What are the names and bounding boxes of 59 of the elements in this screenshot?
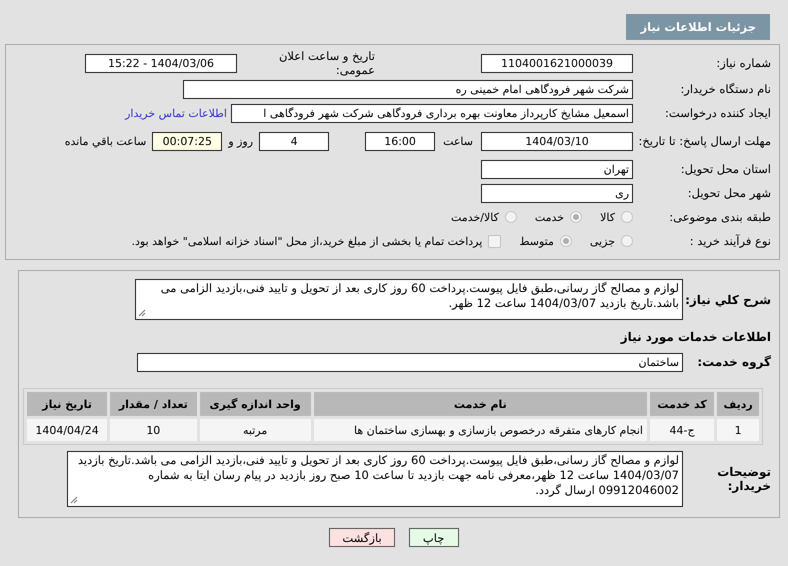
- option-label: متوسط: [519, 234, 554, 248]
- service-group-field[interactable]: ساختمان: [137, 352, 683, 372]
- table-cell: انجام کارهای متفرقه درخصوص بازسازی و بهسازی ساختمان ها: [314, 419, 647, 441]
- resize-grip-icon[interactable]: [138, 309, 146, 317]
- table-cell: 10: [110, 419, 196, 441]
- table-cell: 1404/04/24: [27, 419, 108, 441]
- option-label: جزیی: [590, 234, 615, 248]
- column-header: کد خدمت: [650, 392, 714, 416]
- option-label: خدمت: [534, 210, 564, 224]
- column-header: نام خدمت: [314, 392, 647, 416]
- back-button[interactable]: بازگشت: [329, 528, 395, 547]
- field-label: شرح کلي نیاز:: [684, 292, 771, 306]
- buyer-org-field[interactable]: شرکت شهر فرودگاهی امام خمینی ره: [183, 80, 633, 98]
- field-label: گروه خدمت:: [696, 355, 771, 369]
- column-header: واحد اندازه گیری: [200, 392, 311, 416]
- column-header: تاریخ نیاز: [27, 392, 108, 416]
- need-number-field[interactable]: 1104001621000039: [481, 54, 633, 72]
- field-label: طبقه بندی موضوعی:: [668, 210, 771, 224]
- field-label: توضیحات خریدار:: [716, 465, 771, 493]
- radio-button[interactable]: [504, 211, 517, 223]
- table-cell: 1: [717, 419, 759, 441]
- checkbox[interactable]: [488, 234, 502, 248]
- resize-grip-icon[interactable]: [70, 496, 78, 504]
- page-title: جزئیات اطلاعات نیاز: [626, 14, 770, 40]
- requester-field[interactable]: اسمعیل مشایخ کارپرداز معاونت بهره برداری فرودگاهی شرکت شهر فرودگاهی ا: [231, 104, 633, 122]
- deadline-time-field[interactable]: 16:00: [365, 132, 436, 150]
- city-field[interactable]: ری: [481, 184, 633, 202]
- province-field[interactable]: تهران: [481, 160, 633, 178]
- table-cell: ج-44: [650, 419, 714, 441]
- radio-button[interactable]: [570, 211, 582, 223]
- radio-button[interactable]: [560, 235, 572, 247]
- field-label: ایجاد کننده درخواست:: [664, 106, 771, 120]
- radio-button[interactable]: [621, 235, 633, 247]
- field-label: نوع فرآیند خرید :: [688, 234, 771, 248]
- option-label: کالا: [600, 210, 615, 224]
- column-header: ردیف: [717, 392, 759, 416]
- description-textarea[interactable]: لوازم و مصالح گاز رسانی،طبق فایل پیوست.پرداخت 60 روز کاری بعد از تحویل و تایید فنی،بازدید الزامی می باشد.تاریخ بازدید 1404/03/07 ساعت 12 ظهر.: [135, 279, 683, 320]
- field-label: استان محل تحویل:: [680, 162, 771, 176]
- section-heading: اطلاعات خدمات مورد نیاز: [619, 330, 771, 344]
- option-label: کالا/خدمت: [451, 210, 499, 224]
- remaining-time-field: 00:07:25: [152, 132, 222, 150]
- table-cell: مرتبه: [200, 419, 311, 441]
- days-label: روز و: [228, 134, 254, 148]
- print-button[interactable]: چاپ: [408, 528, 459, 547]
- field-label: شهر محل تحویل:: [686, 186, 771, 200]
- announce-date-field[interactable]: 1404/03/06 - 15:22: [85, 54, 237, 72]
- field-label: تاریخ و ساعت اعلان عمومی:: [278, 49, 375, 77]
- time-label: ساعت: [443, 134, 473, 148]
- radio-button[interactable]: [621, 211, 633, 223]
- field-label: شماره نیاز:: [715, 56, 771, 70]
- remaining-label: ساعت باقي مانده: [64, 134, 146, 148]
- deadline-date-field[interactable]: 1404/03/10: [481, 132, 633, 150]
- buyer-notes-textarea[interactable]: لوازم و مصالح گاز رسانی،طبق فایل پیوست.پرداخت 60 روز کاری بعد از تحویل و تایید فنی،بازدید الزامی می باشد.تاریخ بازدید 1404/03/07 ساعت 12 ظهر،معرفی نامه جهت بازدید تا ساعت 10 صبح روز بازدید در پیام رسان ایتا به شماره 09912046002 ارسال گردد.: [67, 451, 683, 507]
- payment-note: پرداخت تمام یا بخشی از مبلغ خرید،از محل "اسناد خزانه اسلامی" خواهد بود.: [132, 234, 482, 248]
- field-label: مهلت ارسال پاسخ: تا تاریخ:: [637, 134, 771, 148]
- contact-link[interactable]: اطلاعات تماس خریدار: [125, 106, 227, 120]
- column-header: تعداد / مقدار: [110, 392, 196, 416]
- days-field[interactable]: 4: [259, 132, 330, 150]
- field-label: نام دستگاه خریدار:: [679, 82, 771, 96]
